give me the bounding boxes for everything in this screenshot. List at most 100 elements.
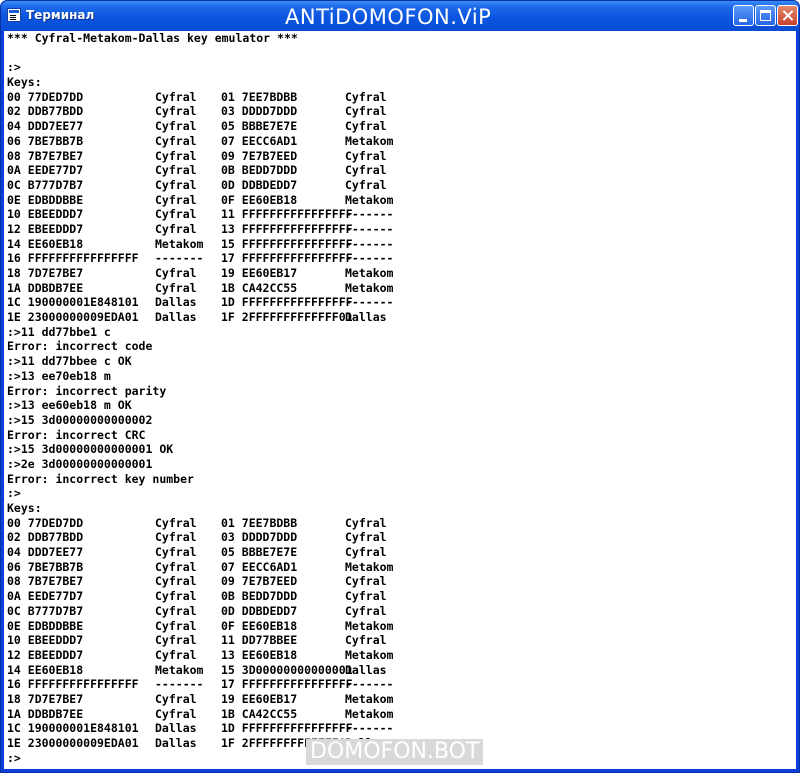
key-table-row: 1E 23000000009EDA01 Dallas 1F 2FFFFFFFFFFF… <box>7 310 796 325</box>
close-button[interactable] <box>777 5 798 26</box>
console-line: :>11 dd77bbee c OK <box>7 354 132 369</box>
key-type-2: Cyfral <box>345 589 387 604</box>
key-slot-2: 19 EE60EB17 <box>221 266 298 280</box>
key-slot-2: 15 3D00000000000001 <box>221 662 353 677</box>
key-slot-1: 1C 190000001E848101 <box>7 295 139 310</box>
console-line: Error: incorrect CRC <box>7 427 146 442</box>
terminal-window: Терминал ANTiDOMOFON.ViP *** Cyfral-Meta… <box>0 0 800 773</box>
key-table-row: 10 EBEEDDD7 Cyfral 11 DD77BBEE Cyfral <box>7 633 796 648</box>
console-line: Keys: <box>7 75 42 90</box>
key-type-2: Metakom <box>345 133 394 148</box>
key-slot-1: 02 DDB77BDD <box>7 104 84 119</box>
key-slot-1: 1A DDBDB7EE <box>7 706 84 721</box>
key-type-1: Cyfral <box>155 207 197 222</box>
key-table-row: 0E EDBDDBBE Cyfral 0F EE60EB18 Metakom <box>7 193 796 208</box>
key-type-2: Cyfral <box>345 163 387 178</box>
key-type-2: Cyfral <box>345 633 387 648</box>
key-type-2: Cyfral <box>345 515 387 530</box>
key-type-1: ------- <box>155 251 204 266</box>
key-type-2: Cyfral <box>345 574 387 589</box>
key-table-row: 16 FFFFFFFFFFFFFFFF ------- 17 FFFFFFFFFFF… <box>7 677 796 692</box>
key-type-2: Metakom <box>345 280 394 295</box>
key-slot-1: 06 7BE7BB7B <box>7 559 84 574</box>
key-type-2: Metakom <box>345 706 394 721</box>
key-table-row: 1A DDBDB7EE Cyfral 1B CA42CC55 Metakom <box>7 707 796 722</box>
key-type-2: Metakom <box>345 647 394 662</box>
key-slot-1: 0A EEDE77D7 <box>7 589 84 604</box>
key-table-row: 06 7BE7BB7B Cyfral 07 EECC6AD1 Metakom <box>7 134 796 149</box>
console-line: Keys: <box>7 501 42 515</box>
key-slot-2: 05 BBBE7E7E <box>221 545 298 560</box>
key-type-2: Cyfral <box>345 119 387 134</box>
key-type-1: Cyfral <box>155 104 197 119</box>
key-slot-2: 17 FFFFFFFFFFFFFFFF <box>221 251 353 266</box>
key-slot-1: 14 EE60EB18 <box>7 662 84 677</box>
key-type-2: Dallas <box>345 310 387 325</box>
key-type-2: Cyfral <box>345 104 387 119</box>
window-title: Терминал <box>26 8 95 22</box>
key-slot-1: 14 EE60EB18 <box>7 236 84 251</box>
terminal-app-icon[interactable] <box>7 8 21 22</box>
key-table-row: 1C 190000001E848101 Dallas 1D FFFFFFFFFFFF… <box>7 295 796 310</box>
key-table-row: 08 7B7E7BE7 Cyfral 09 7E7B7EED Cyfral <box>7 149 796 164</box>
console-line: :>15 3d00000000000001 OK <box>7 442 174 457</box>
key-table-row: 04 DDD7EE77 Cyfral 05 BBBE7E7E Cyfral <box>7 545 796 560</box>
key-slot-2: 01 7EE7BDBB <box>221 89 298 104</box>
key-type-2: Cyfral <box>345 603 387 618</box>
key-type-1: Cyfral <box>155 559 197 574</box>
key-type-2: Metakom <box>345 192 394 207</box>
key-slot-2: 1D FFFFFFFFFFFFFFFF <box>221 295 353 310</box>
minimize-button[interactable] <box>733 5 754 26</box>
key-type-2: ------- <box>345 251 394 266</box>
console-line: :>2e 3d00000000000001 <box>7 456 153 471</box>
terminal-output-area[interactable]: *** Cyfral-Metakom-Dallas key emulator *… <box>4 31 796 769</box>
key-slot-1: 16 FFFFFFFFFFFFFFFF <box>7 677 139 692</box>
key-type-1: ------- <box>155 677 204 692</box>
key-type-1: Metakom <box>155 662 204 677</box>
key-table-row: 1A DDBDB7EE Cyfral 1B CA42CC55 Metakom <box>7 281 796 296</box>
console-line: :>15 3d00000000000002 <box>7 412 153 427</box>
key-type-1: Cyfral <box>155 706 197 721</box>
key-slot-1: 00 77DED7DD <box>7 89 84 104</box>
key-type-1: Cyfral <box>155 119 197 134</box>
key-table-row: 0C B777D7B7 Cyfral 0D DDBDEDD7 Cyfral <box>7 178 796 193</box>
key-slot-2: 11 FFFFFFFFFFFFFFFF <box>221 207 353 222</box>
key-type-2: Metakom <box>345 559 394 574</box>
key-slot-2: 09 7E7B7EED <box>221 148 298 163</box>
key-slot-2: 09 7E7B7EED <box>221 574 298 589</box>
key-table-row: 12 EBEEDDD7 Cyfral 13 EE60EB18 Metakom <box>7 648 796 663</box>
key-table-row: 08 7B7E7BE7 Cyfral 09 7E7B7EED Cyfral <box>7 574 796 589</box>
key-slot-2: 0D DDBDEDD7 <box>221 603 298 618</box>
key-table-row: 00 77DED7DD Cyfral 01 7EE7BDBB Cyfral <box>7 516 796 531</box>
console-line: Error: incorrect key number <box>7 471 194 486</box>
key-slot-1: 12 EBEEDDD7 <box>7 647 84 662</box>
key-type-2: Metakom <box>345 691 394 706</box>
key-slot-2: 07 EECC6AD1 <box>221 559 298 574</box>
key-type-1: Cyfral <box>155 515 197 530</box>
key-slot-2: 03 DDDD7DDD <box>221 104 298 119</box>
key-slot-1: 04 DDD7EE77 <box>7 119 84 134</box>
key-type-2: Dallas <box>345 662 387 677</box>
key-slot-1: 18 7D7E7BE7 <box>7 691 84 706</box>
key-type-1: Cyfral <box>155 633 197 648</box>
key-slot-1: 1E 23000000009EDA01 <box>7 736 139 750</box>
key-table-row: 02 DDB77BDD Cyfral 03 DDDD7DDD Cyfral <box>7 104 796 119</box>
console-line: :>13 ee70eb18 m <box>7 368 111 383</box>
title-bar[interactable]: Терминал ANTiDOMOFON.ViP <box>1 1 799 31</box>
key-type-2: Cyfral <box>345 530 387 545</box>
key-table-row: 18 7D7E7BE7 Cyfral 19 EE60EB17 Metakom <box>7 692 796 707</box>
key-type-1: Cyfral <box>155 280 197 295</box>
maximize-button[interactable] <box>755 5 776 26</box>
key-slot-2: 05 BBBE7E7E <box>221 119 298 134</box>
key-type-1: Cyfral <box>155 545 197 560</box>
key-slot-1: 10 EBEEDDD7 <box>7 207 84 222</box>
key-slot-1: 10 EBEEDDD7 <box>7 633 84 648</box>
console-line: Error: incorrect parity <box>7 383 167 398</box>
console-line: :> <box>7 486 21 501</box>
key-table-row: 1C 190000001E848101 Dallas 1D FFFFFFFFFFFF… <box>7 721 796 736</box>
key-slot-2: 0B BEDD7DDD <box>221 163 298 178</box>
key-table-row: 14 EE60EB18 Metakom 15 3D00000000000001Dal… <box>7 663 796 678</box>
key-slot-1: 1E 23000000009EDA01 <box>7 310 139 325</box>
key-slot-2: 0D DDBDEDD7 <box>221 177 298 192</box>
